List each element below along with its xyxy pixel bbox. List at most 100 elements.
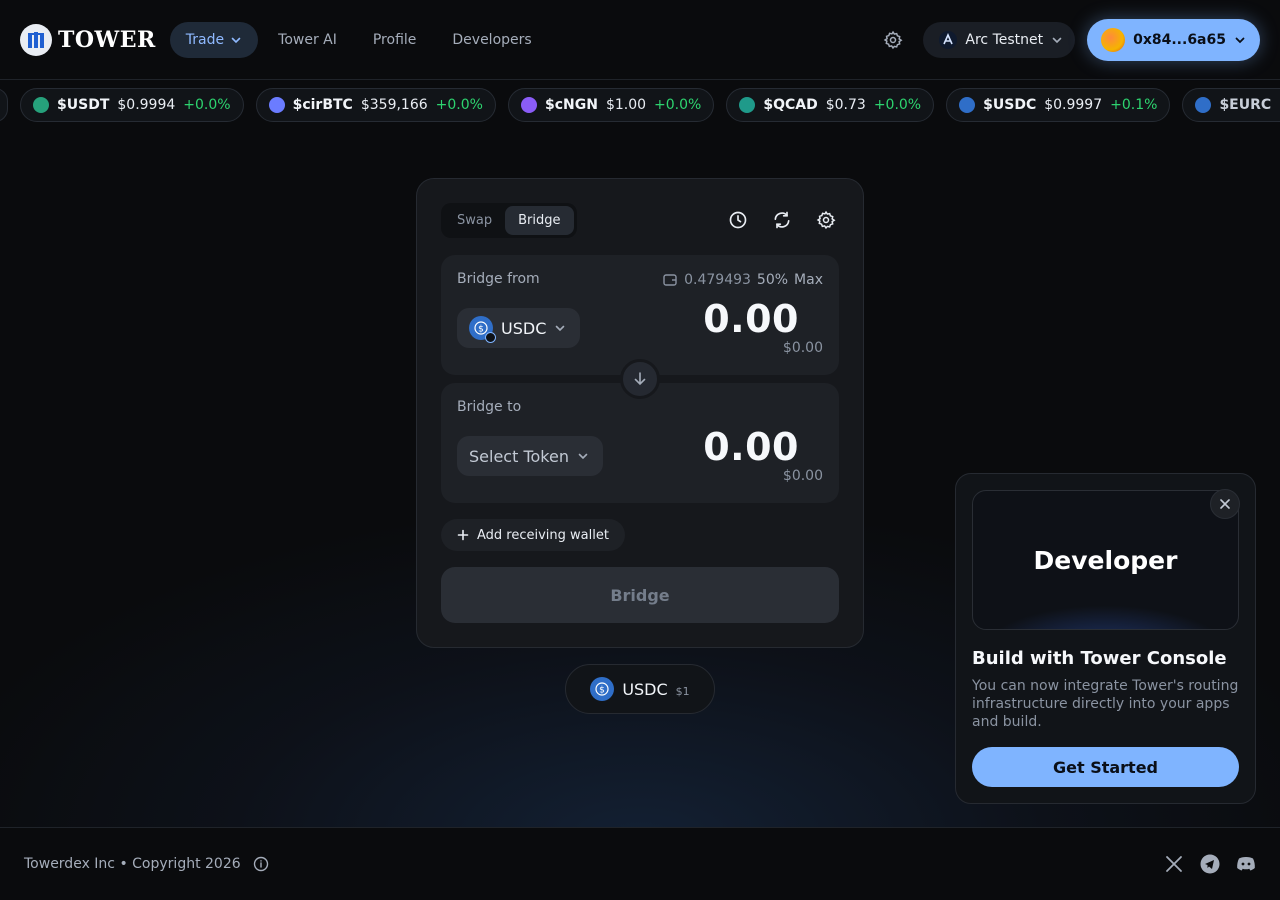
price-pill-price: $1 <box>675 684 690 698</box>
logo-text: TOWER <box>58 26 156 53</box>
nav-profile[interactable]: Profile <box>357 22 433 58</box>
bridge-from-panel: Bridge from 0.479493 50% Max $ USDC 0.00… <box>441 255 839 375</box>
chevron-down-icon <box>578 453 588 460</box>
cngn-icon <box>520 97 537 113</box>
qcad-icon <box>739 97 756 113</box>
token-price-pill[interactable]: $ USDC $1 <box>565 664 715 714</box>
clock-icon <box>729 211 747 229</box>
chevron-down-icon <box>231 37 241 43</box>
add-receiving-wallet-button[interactable]: Add receiving wallet <box>441 519 625 551</box>
ticker-price: $0.9997 <box>1044 97 1103 113</box>
to-token-selector[interactable]: Select Token <box>457 436 603 476</box>
settings-button[interactable] <box>875 22 911 58</box>
nav-developers-label: Developers <box>452 31 532 48</box>
to-amount-usd: $0.00 <box>782 468 823 484</box>
ticker-price: $359,166 <box>360 97 428 113</box>
gear-icon <box>884 30 903 49</box>
ticker-price: $0.9994 <box>117 97 176 113</box>
to-token-name: Select Token <box>469 446 569 466</box>
history-button[interactable] <box>721 203 755 237</box>
ticker-item[interactable]: $EURC $ <box>1182 88 1280 122</box>
logo[interactable]: TOWER <box>20 23 156 56</box>
from-amount-usd: $0.00 <box>782 340 823 356</box>
bridge-to-panel: Bridge to Select Token 0.00 $0.00 <box>441 383 839 503</box>
wallet-icon <box>663 274 677 286</box>
ticker-price: $0.73 <box>825 97 866 113</box>
footer: Towerdex Inc • Copyright 2026 <box>0 827 1280 900</box>
usdc-icon <box>959 97 976 113</box>
ticker-item-partial[interactable] <box>0 88 8 122</box>
arrow-down-icon <box>634 372 646 386</box>
nav-tower-ai[interactable]: Tower AI <box>262 22 353 58</box>
card-settings-button[interactable] <box>809 203 843 237</box>
from-token-selector[interactable]: $ USDC <box>457 308 581 348</box>
switch-direction-button[interactable] <box>620 359 660 399</box>
ticker-item[interactable]: $USDT $0.9994 +0.0% <box>20 88 244 122</box>
bridge-button[interactable]: Bridge <box>441 567 839 623</box>
arc-network-icon <box>939 30 958 49</box>
tab-bridge[interactable]: Bridge <box>505 205 574 235</box>
svg-text:$: $ <box>478 325 484 335</box>
info-button[interactable] <box>253 856 269 872</box>
max-button[interactable]: Max <box>794 272 823 288</box>
svg-text:$: $ <box>599 686 605 696</box>
main-nav: Trade Tower AI Profile Developers <box>169 21 548 58</box>
usdt-icon <box>33 97 49 113</box>
plus-icon <box>457 529 469 541</box>
nav-profile-label: Profile <box>372 31 417 48</box>
price-pill-token: USDC <box>622 679 668 699</box>
nav-developers[interactable]: Developers <box>436 22 547 58</box>
promo-title: Build with Tower Console <box>972 648 1227 669</box>
ticker-symbol: $QCAD <box>763 97 818 113</box>
ticker-symbol: $cNGN <box>544 97 598 113</box>
promo-hero-text: Developer <box>1033 545 1178 575</box>
price-ticker: $USDT $0.9994 +0.0% $cirBTC $359,166 +0.… <box>0 88 1280 122</box>
mode-switch: Swap Bridge <box>441 202 577 238</box>
cirbtc-icon <box>268 97 285 113</box>
promo-hero: Developer <box>972 489 1240 630</box>
from-token-name: USDC <box>501 318 547 338</box>
ticker-item[interactable]: $cNGN $1.00 +0.0% <box>507 88 715 122</box>
telegram-icon <box>1200 854 1220 874</box>
top-navbar: TOWER Trade Tower AI Profile Developers … <box>0 0 1280 80</box>
discord-link[interactable] <box>1236 854 1256 874</box>
ticker-change: +0.0% <box>183 97 231 113</box>
eurc-icon <box>1195 97 1212 113</box>
half-button[interactable]: 50% <box>757 272 788 288</box>
wallet-avatar <box>1101 27 1126 52</box>
copyright-text: Towerdex Inc • Copyright 2026 <box>24 856 241 872</box>
ticker-change: +0.1% <box>1110 97 1158 113</box>
ticker-item[interactable]: $QCAD $0.73 +0.0% <box>726 88 935 122</box>
chevron-down-icon <box>1052 37 1062 43</box>
network-name: Arc Testnet <box>965 31 1044 48</box>
ticker-price: $1.00 <box>605 97 647 113</box>
wallet-button[interactable]: 0x84...6a65 <box>1087 18 1260 61</box>
bridge-card: Swap Bridge Bridge from 0.479493 50% Max… <box>416 178 864 648</box>
x-icon <box>1166 856 1182 872</box>
tower-logo-icon <box>20 23 52 56</box>
tab-swap[interactable]: Swap <box>444 206 505 235</box>
from-amount-input[interactable]: 0.00 <box>703 297 799 341</box>
close-button[interactable] <box>1210 489 1240 519</box>
info-icon <box>253 856 268 872</box>
ticker-symbol: $cirBTC <box>292 97 353 113</box>
get-started-button[interactable]: Get Started <box>972 747 1239 787</box>
social-links <box>1164 854 1256 874</box>
balance-value: 0.479493 <box>684 272 751 288</box>
ticker-change: +0.0% <box>654 97 702 113</box>
ticker-item[interactable]: $USDC $0.9997 +0.1% <box>946 88 1171 122</box>
refresh-button[interactable] <box>765 203 799 237</box>
ticker-change: +0.0% <box>873 97 922 113</box>
chevron-down-icon <box>1235 37 1245 43</box>
add-wallet-label: Add receiving wallet <box>477 527 609 543</box>
nav-trade[interactable]: Trade <box>169 21 259 58</box>
ticker-symbol: $USDC <box>983 97 1037 113</box>
wallet-address: 0x84...6a65 <box>1133 31 1226 48</box>
x-link[interactable] <box>1164 854 1184 874</box>
bridge-to-label: Bridge to <box>457 399 522 415</box>
telegram-link[interactable] <box>1200 854 1220 874</box>
ticker-item[interactable]: $cirBTC $359,166 +0.0% <box>255 88 496 122</box>
ticker-symbol: $EURC <box>1219 97 1272 113</box>
network-selector[interactable]: Arc Testnet <box>923 21 1076 58</box>
balance-row: 0.479493 50% Max <box>662 272 823 288</box>
